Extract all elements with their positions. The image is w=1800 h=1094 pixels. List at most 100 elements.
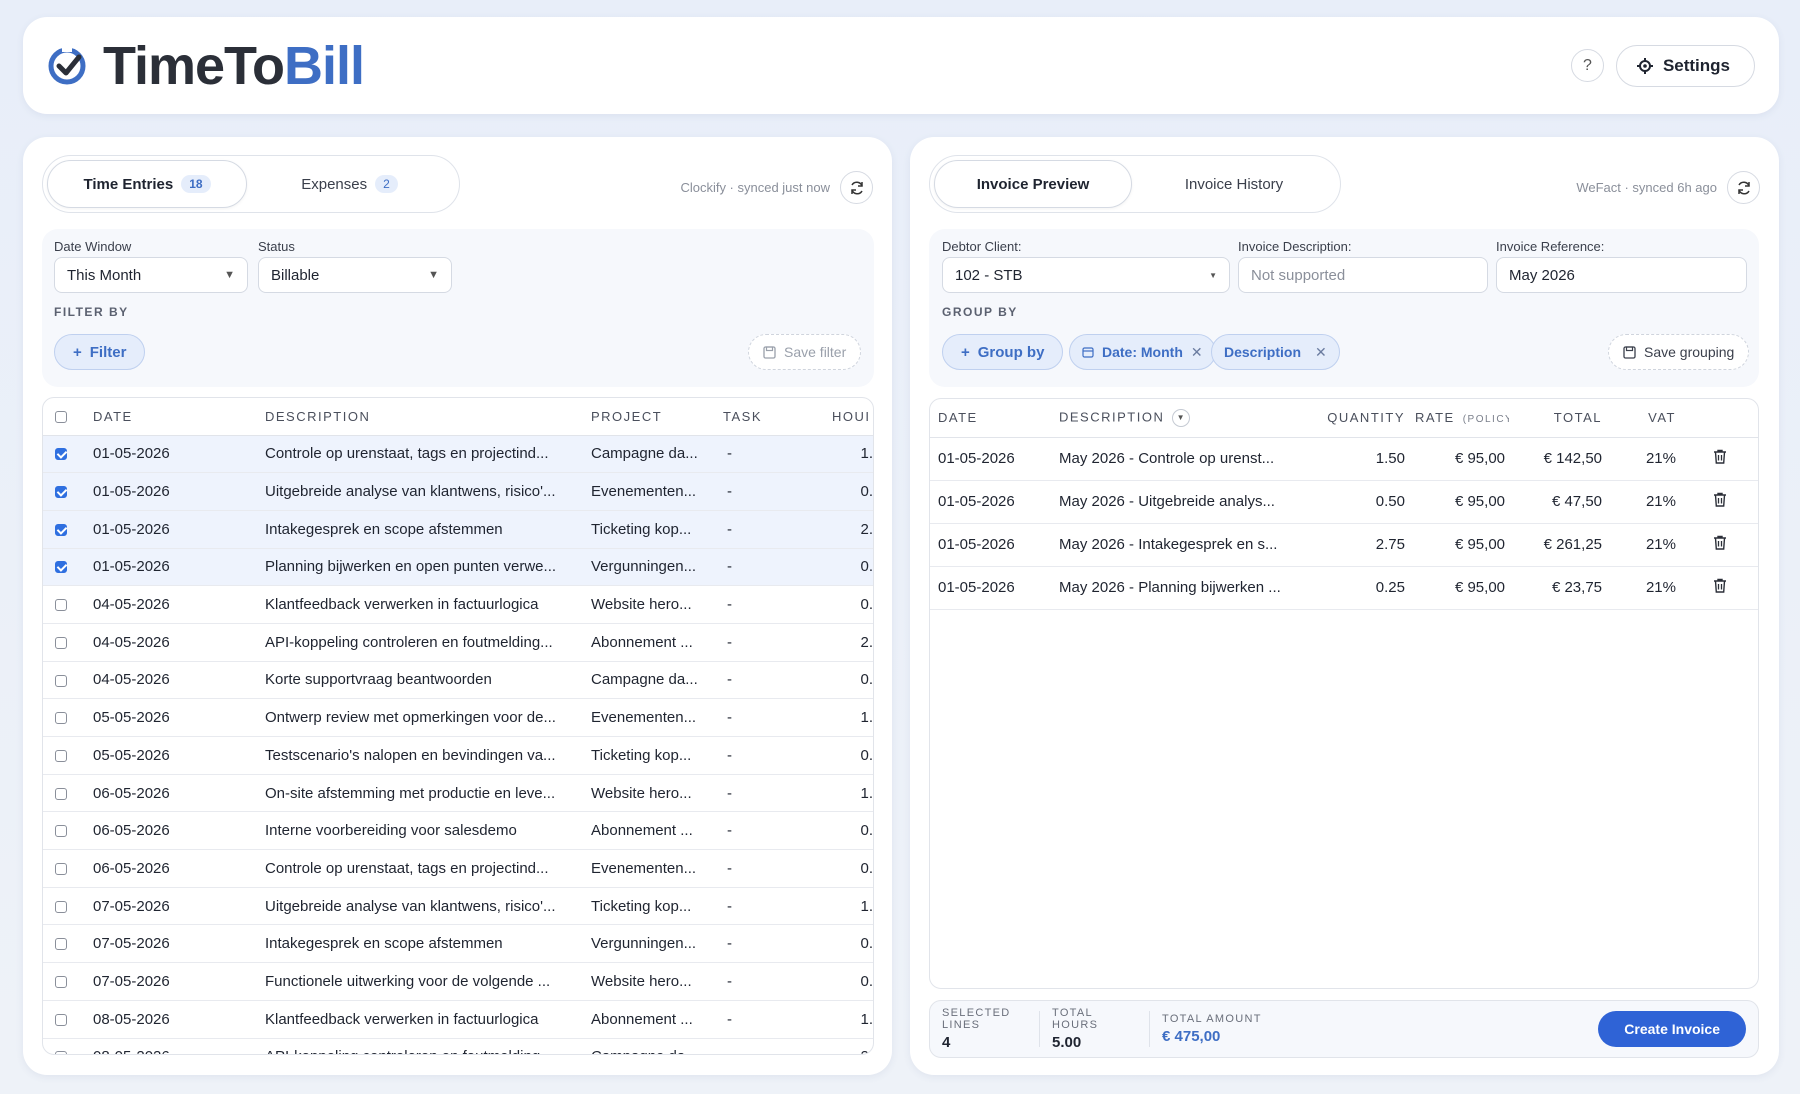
table-row[interactable]: 01-05-2026 Uitgebreide analyse van klantw…: [43, 472, 873, 511]
entry-date: 06-05-2026: [93, 811, 265, 851]
line-total: € 261,25: [1509, 523, 1608, 567]
close-icon[interactable]: ✕: [1315, 344, 1327, 361]
entry-project: Abonnement ...: [591, 1000, 723, 1039]
row-checkbox[interactable]: [55, 900, 67, 913]
entry-task: -: [723, 510, 832, 549]
row-checkbox[interactable]: [55, 1051, 67, 1054]
table-row[interactable]: 01-05-2026 Planning bijwerken en open pun…: [43, 548, 873, 587]
invoice-description-input[interactable]: Not supported: [1238, 257, 1488, 293]
trash-icon[interactable]: [1713, 449, 1727, 464]
table-row[interactable]: 04-05-2026 Klantfeedback verwerken in fac…: [43, 585, 873, 624]
right-tabs: Invoice Preview Invoice History: [929, 155, 1341, 213]
column-header[interactable]: DESCRIPTION: [265, 398, 591, 436]
tab-expenses[interactable]: Expenses 2: [247, 160, 452, 208]
column-header[interactable]: DATE: [93, 398, 265, 436]
save-grouping-button[interactable]: Save grouping: [1608, 334, 1750, 370]
refresh-icon: [850, 180, 863, 195]
date-window-select[interactable]: This Month ▼: [54, 257, 248, 293]
save-filter-button[interactable]: Save filter: [748, 334, 862, 370]
line-date: 01-05-2026: [930, 480, 1059, 524]
line-vat: 21%: [1608, 437, 1680, 481]
row-checkbox[interactable]: [55, 787, 67, 800]
entry-description: Uitgebreide analyse van klantwens, risic…: [265, 887, 591, 926]
table-row[interactable]: 07-05-2026 Intakegesprek en scope afstemm…: [43, 924, 873, 964]
row-checkbox[interactable]: [55, 938, 67, 951]
entry-task: -: [723, 1038, 832, 1054]
column-header[interactable]: DATE: [930, 399, 1059, 438]
tab-time-entries[interactable]: Time Entries 18: [47, 160, 247, 208]
debtor-select[interactable]: 102 - STB ▼: [942, 257, 1230, 293]
table-row[interactable]: 05-05-2026 Ontwerp review met opmerkingen…: [43, 698, 873, 737]
total-amount-stat: TOTAL AMOUNT € 475,00: [1162, 1013, 1262, 1045]
table-row[interactable]: 04-05-2026 Korte supportvraag beantwoorde…: [43, 661, 873, 700]
invoice-reference-input[interactable]: May 2026: [1496, 257, 1747, 293]
row-checkbox[interactable]: [55, 862, 67, 875]
row-checkbox[interactable]: [55, 448, 67, 461]
group-by-button[interactable]: + Group by: [942, 334, 1064, 370]
table-row[interactable]: 04-05-2026 API-koppeling controleren en f…: [43, 623, 873, 662]
entry-project: Website hero...: [591, 585, 723, 624]
trash-icon[interactable]: [1713, 578, 1727, 593]
entry-description: Ontwerp review met opmerkingen voor de..…: [265, 698, 591, 737]
entry-description: Controle op urenstaat, tags en projectin…: [265, 435, 591, 474]
entry-task: -: [723, 585, 832, 624]
refresh-button[interactable]: [1727, 171, 1760, 204]
tab-invoice-preview[interactable]: Invoice Preview: [934, 160, 1132, 208]
refresh-button[interactable]: [840, 171, 873, 204]
column-header[interactable]: PROJECT: [591, 398, 723, 436]
table-row[interactable]: 01-05-2026 Intakegesprek en scope afstemm…: [43, 510, 873, 549]
row-checkbox[interactable]: [55, 1013, 67, 1026]
row-checkbox[interactable]: [55, 599, 67, 612]
save-icon: [1623, 345, 1636, 359]
row-checkbox[interactable]: [55, 486, 67, 499]
row-checkbox[interactable]: [55, 636, 67, 649]
column-header[interactable]: QUANTITY: [1291, 399, 1409, 438]
trash-icon[interactable]: [1713, 492, 1727, 507]
column-header[interactable]: HOUI: [832, 398, 873, 436]
entry-task: -: [723, 736, 832, 775]
row-checkbox[interactable]: [55, 749, 67, 762]
help-button[interactable]: ?: [1570, 49, 1604, 82]
table-row[interactable]: 05-05-2026 Testscenario's nalopen en bevi…: [43, 736, 873, 775]
settings-button[interactable]: Settings: [1615, 44, 1755, 87]
entry-project: Ticketing kop...: [591, 510, 723, 549]
row-checkbox[interactable]: [55, 712, 67, 725]
column-header[interactable]: DESCRIPTION ▼: [1059, 399, 1291, 438]
close-icon[interactable]: ✕: [1191, 344, 1203, 361]
add-filter-button[interactable]: + Filter: [54, 334, 146, 370]
entry-date: 08-05-2026: [93, 1038, 265, 1054]
table-row[interactable]: 06-05-2026 Interne voorbereiding voor sal…: [43, 811, 873, 851]
sort-icon[interactable]: ▼: [1172, 408, 1191, 427]
row-checkbox[interactable]: [55, 561, 67, 574]
entry-description: Klantfeedback verwerken in factuurlogica: [265, 1000, 591, 1039]
sync-status: WeFact · synced 6h ago: [1576, 171, 1760, 204]
table-row[interactable]: 08-05-2026 Klantfeedback verwerken in fac…: [43, 1000, 873, 1039]
table-row[interactable]: 07-05-2026 Functionele uitwerking voor de…: [43, 962, 873, 1001]
table-row[interactable]: 07-05-2026 Uitgebreide analyse van klantw…: [43, 887, 873, 926]
group-chip-description: Description ✕: [1211, 334, 1340, 370]
table-row[interactable]: 06-05-2026 Controle op urenstaat, tags en…: [43, 849, 873, 888]
row-checkbox[interactable]: [55, 825, 67, 838]
table-row[interactable]: 01-05-2026 Controle op urenstaat, tags en…: [43, 435, 873, 474]
row-checkbox[interactable]: [55, 674, 67, 687]
column-header[interactable]: VAT: [1608, 399, 1680, 438]
trash-icon[interactable]: [1713, 535, 1727, 550]
entry-project: Abonnement ...: [591, 811, 723, 851]
tab-invoice-history[interactable]: Invoice History: [1132, 160, 1336, 208]
create-invoice-button[interactable]: Create Invoice: [1598, 1011, 1746, 1047]
column-header[interactable]: TOTAL: [1509, 399, 1608, 438]
entry-task: -: [723, 472, 832, 511]
select-all-checkbox[interactable]: [55, 411, 67, 424]
row-checkbox[interactable]: [55, 976, 67, 988]
table-row[interactable]: 08-05-2026API-koppeling controleren en f…: [43, 1038, 873, 1054]
entry-hours: 1.: [832, 1000, 873, 1039]
column-header[interactable]: RATE(POLICY): [1409, 399, 1509, 438]
column-header[interactable]: TASK: [723, 398, 832, 436]
line-rate: € 95,00: [1409, 480, 1509, 524]
entry-date: 07-05-2026: [93, 962, 265, 1001]
table-row[interactable]: 06-05-2026 On-site afstemming met product…: [43, 774, 873, 813]
row-checkbox[interactable]: [55, 523, 67, 536]
status-select[interactable]: Billable ▼: [258, 257, 452, 293]
entry-project: Evenementen...: [591, 849, 723, 888]
group-chip-date-month: Date: Month ✕: [1069, 334, 1216, 370]
